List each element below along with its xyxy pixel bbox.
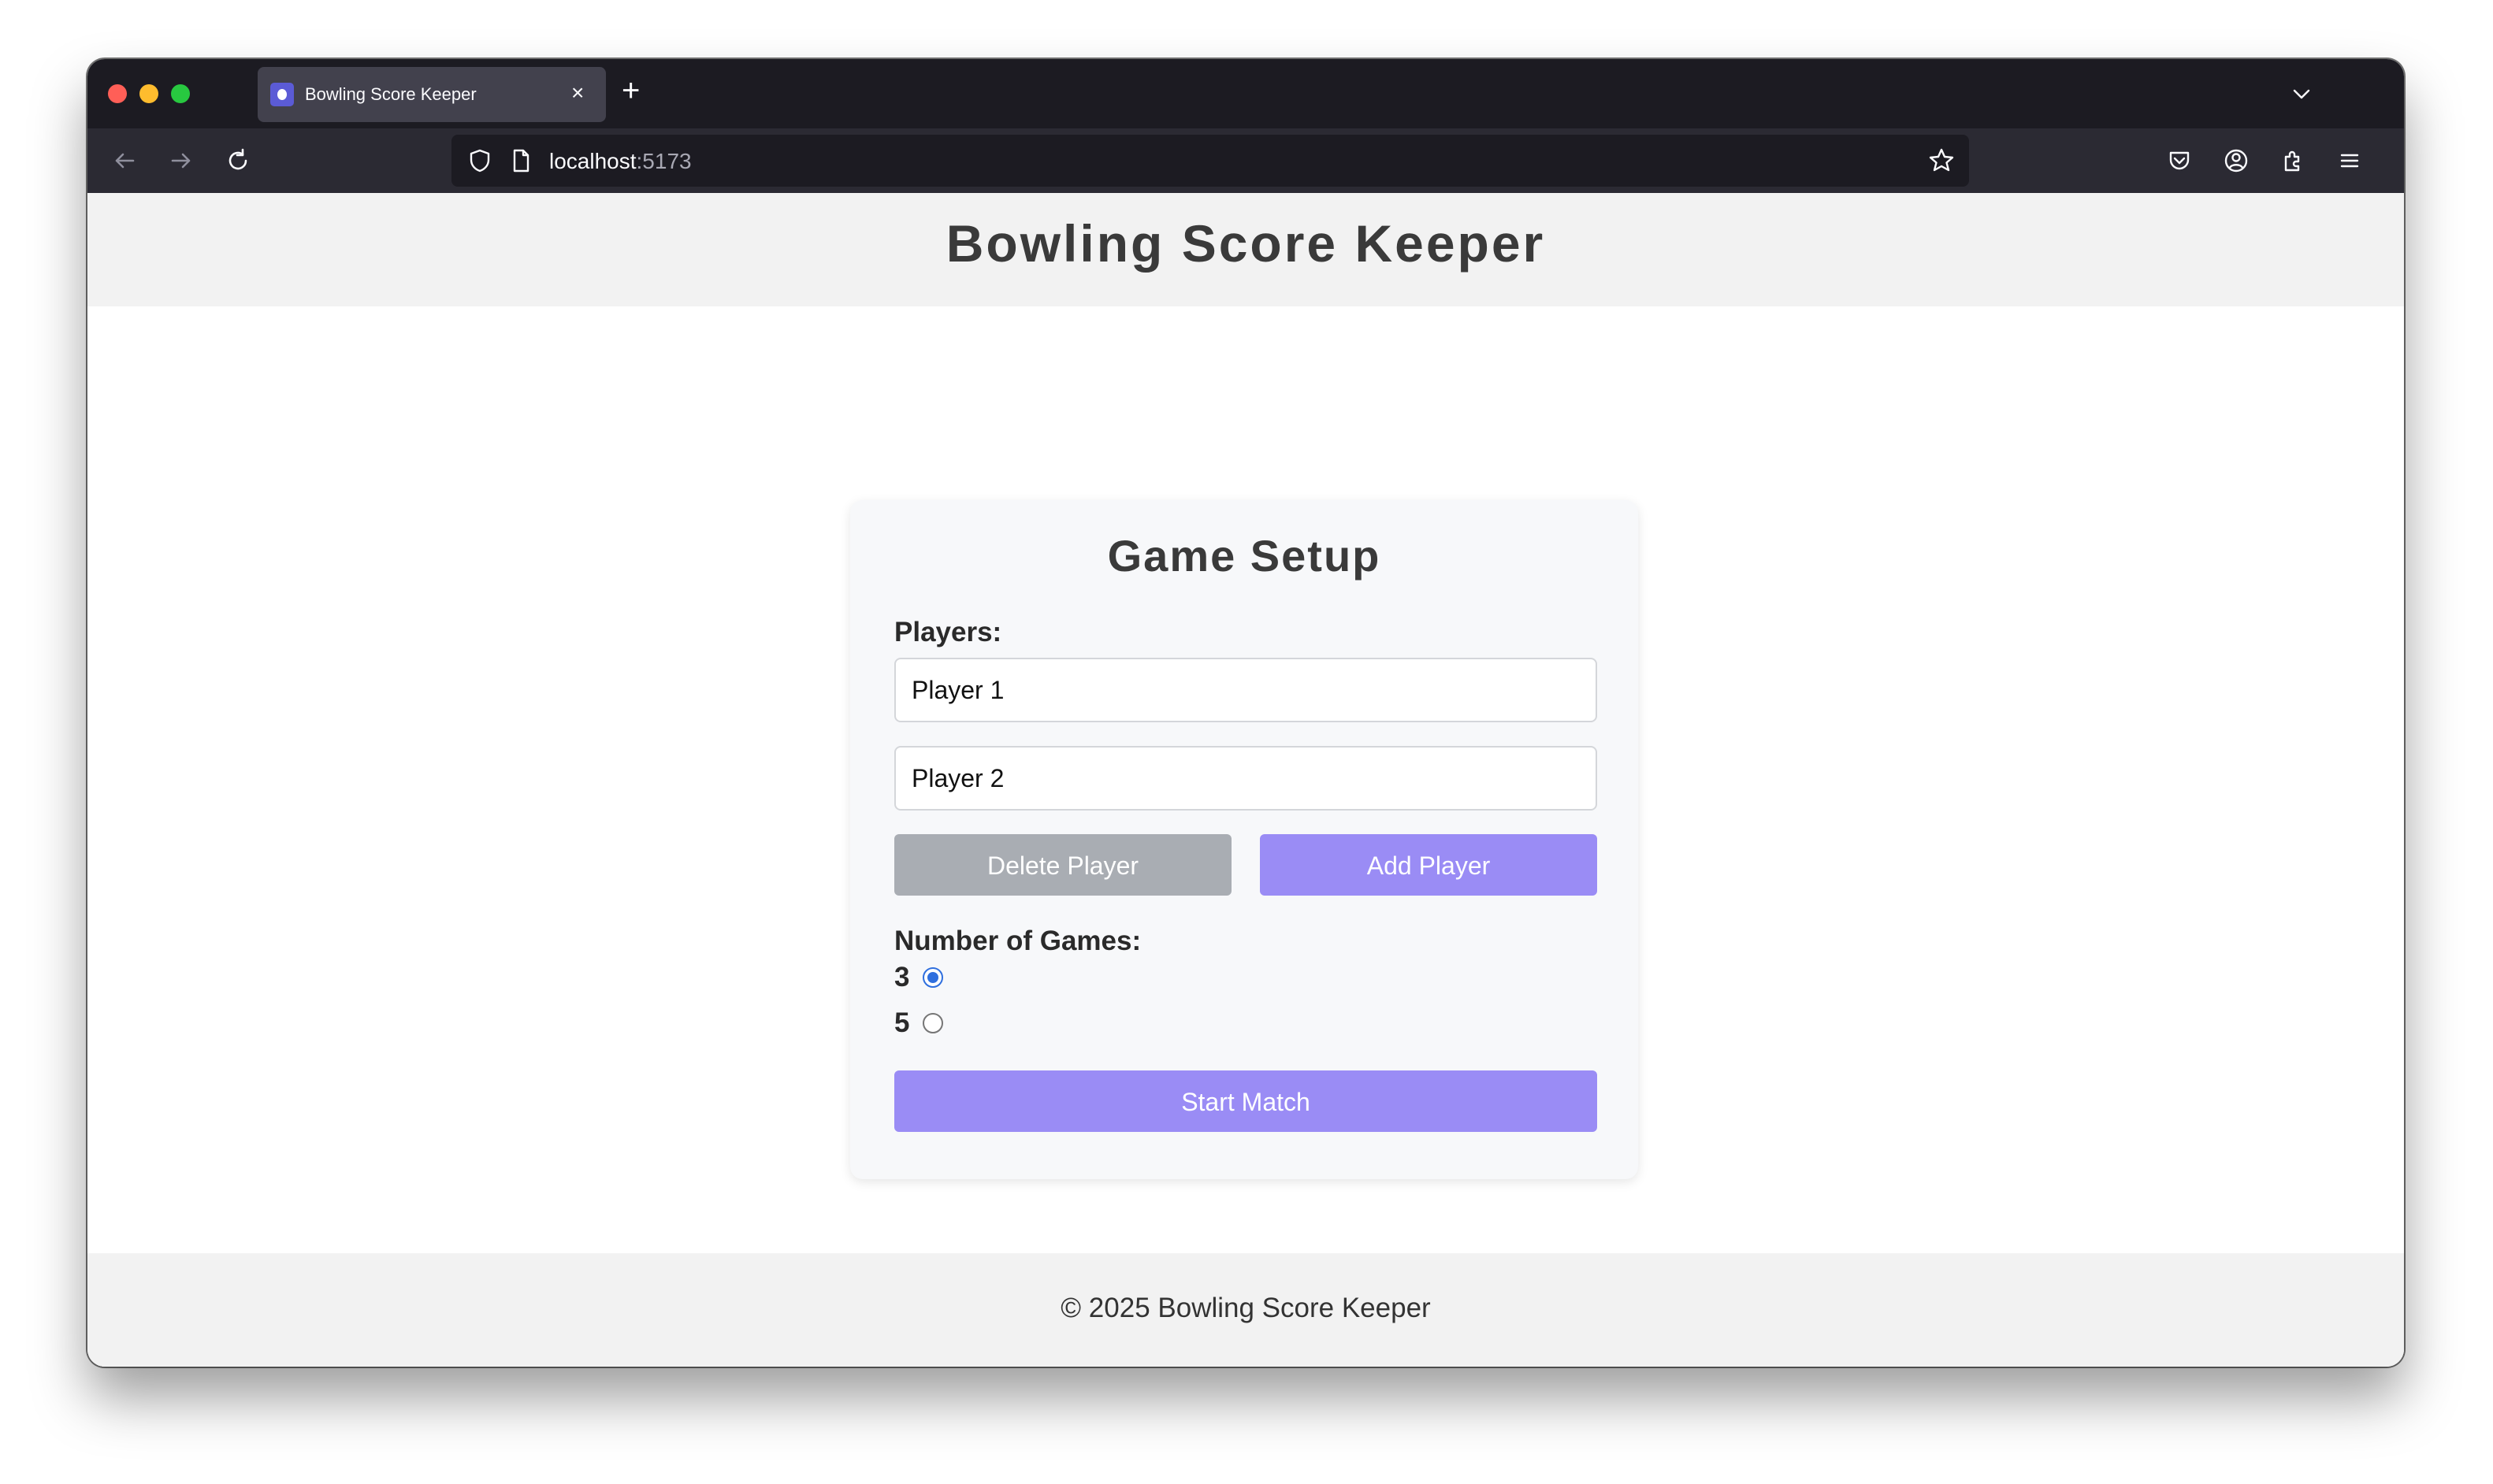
new-tab-icon[interactable]: + [622,73,640,108]
maximize-window-button[interactable] [171,84,190,103]
footer-text: © 2025 Bowling Score Keeper [1061,1293,1431,1323]
close-tab-icon[interactable]: × [571,81,584,105]
extensions-icon[interactable] [2278,146,2308,176]
account-icon[interactable] [2221,146,2251,176]
games-option-label: 3 [894,962,910,992]
tab-bar: Bowling Score Keeper × + [87,59,2404,128]
browser-tab[interactable]: Bowling Score Keeper × [258,67,606,122]
page-icon[interactable] [507,147,535,175]
pocket-icon[interactable] [2164,146,2194,176]
hamburger-menu-icon[interactable] [2335,146,2365,176]
close-window-button[interactable] [108,84,127,103]
forward-arrow-icon[interactable] [166,146,196,176]
tab-title: Bowling Score Keeper [305,84,477,104]
shield-icon[interactable] [466,147,494,175]
player-1-input[interactable] [894,658,1597,722]
browser-window: Bowling Score Keeper × + localhost:5173 [87,59,2404,1367]
start-match-button[interactable]: Start Match [894,1070,1597,1132]
bowling-favicon-icon [270,83,294,106]
add-player-button[interactable]: Add Player [1260,834,1597,896]
players-label: Players: [894,617,1002,647]
chevron-down-icon[interactable] [2291,83,2313,105]
url-bar[interactable]: localhost:5173 [451,135,1969,187]
url-host: localhost [549,149,637,173]
games-option-label: 5 [894,1007,910,1038]
reload-icon[interactable] [223,146,253,176]
number-of-games-label: Number of Games: [894,926,1142,956]
page-content: Bowling Score Keeper Game Setup Players:… [87,193,2404,1367]
star-icon[interactable] [1926,146,1956,176]
player-2-input[interactable] [894,746,1597,811]
url-text[interactable]: localhost:5173 [549,149,692,174]
site-header: Bowling Score Keeper [87,193,2404,306]
game-setup-card: Game Setup Players: Delete Player Add Pl… [850,500,1638,1179]
site-title: Bowling Score Keeper [946,214,1546,273]
games-3-radio[interactable] [923,967,943,988]
navigation-bar: localhost:5173 [87,128,2404,193]
url-port: :5173 [636,149,692,173]
game-setup-title: Game Setup [1107,531,1381,581]
games-5-radio[interactable] [923,1013,943,1033]
site-footer: © 2025 Bowling Score Keeper [87,1253,2404,1367]
minimize-window-button[interactable] [139,84,158,103]
delete-player-button[interactable]: Delete Player [894,834,1232,896]
back-arrow-icon[interactable] [110,146,139,176]
